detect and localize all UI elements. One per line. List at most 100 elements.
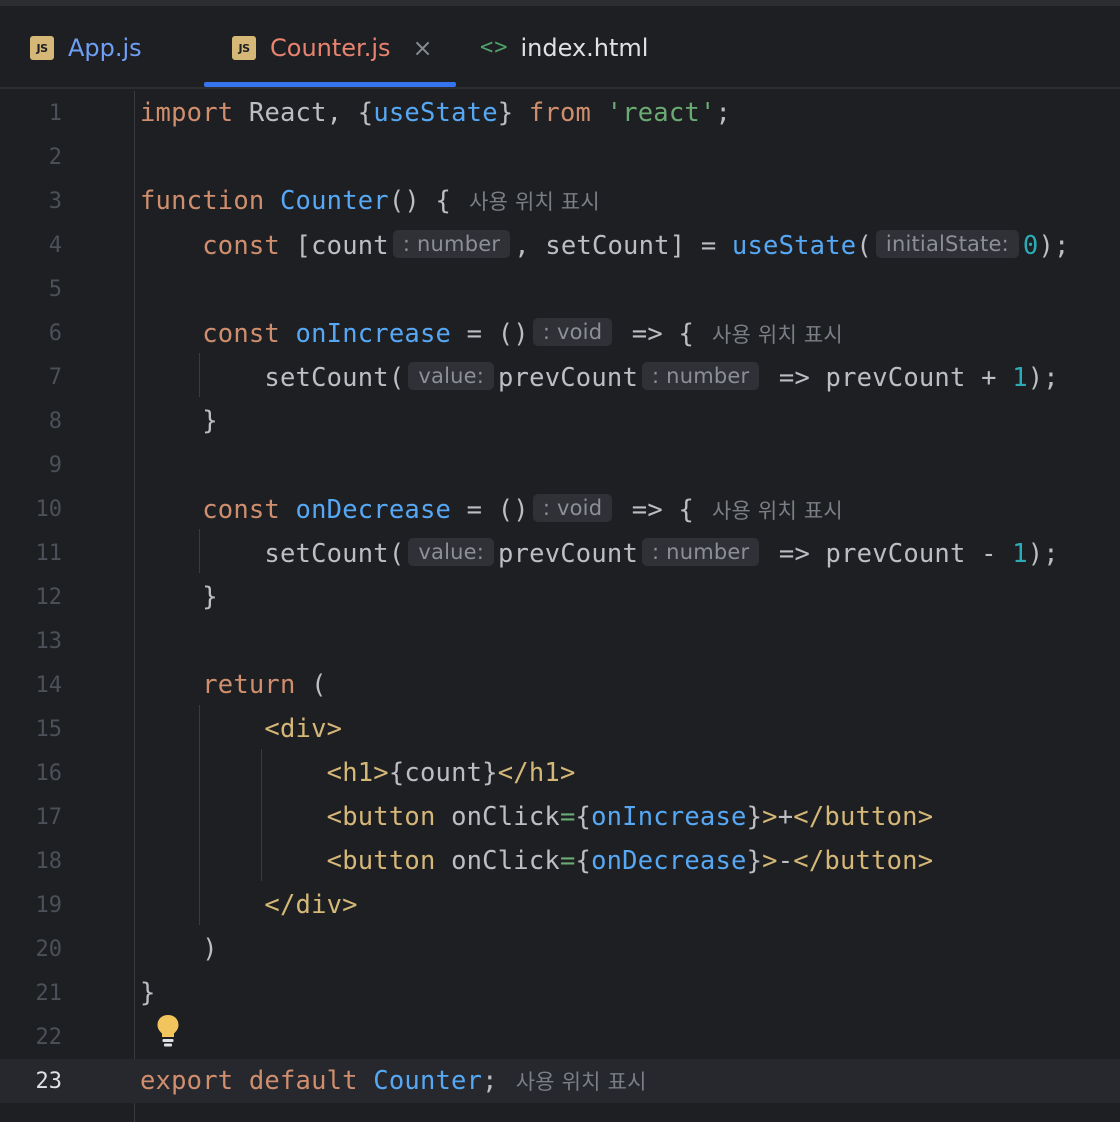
function-name: onIncrease	[295, 318, 452, 349]
line-number: 1	[48, 100, 62, 126]
code-text: <h1>{count}</h1>	[140, 758, 576, 788]
code-text: <div>	[140, 714, 342, 744]
keyword: return	[202, 670, 296, 700]
jsx-tag: </button>	[793, 802, 934, 832]
code-text: function Counter() {사용 위치 표시	[140, 186, 600, 216]
code-line-current[interactable]: 23 export default Counter; 사용 위치 표시	[0, 1059, 1120, 1103]
line-number: 14	[35, 672, 63, 698]
editor-tab-bar: JS App.js JS Counter.js × <> index.html	[0, 6, 1120, 89]
js-file-icon: JS	[30, 35, 54, 60]
jsx-tag: </button>	[793, 846, 934, 876]
line-number: 19	[35, 892, 63, 918]
punctuation: }	[497, 98, 529, 128]
code-line[interactable]: 10 const onDecrease = (): void => {사용 위치…	[0, 487, 1120, 531]
line-number: 5	[48, 276, 62, 302]
type-hint: : number	[392, 229, 511, 258]
tab-label: index.html	[520, 33, 649, 62]
usages-hint[interactable]: 사용 위치 표시	[712, 323, 843, 347]
parameter-hint: value:	[408, 361, 495, 390]
identifier: Counter	[373, 1066, 483, 1096]
code-text: return (	[140, 670, 327, 700]
punctuation: }	[202, 582, 218, 612]
jsx-attribute: onClick	[435, 846, 560, 876]
keyword: const	[202, 318, 280, 349]
punctuation: {	[575, 846, 592, 876]
punctuation: );	[1027, 538, 1059, 569]
punctuation: ;	[482, 1066, 498, 1096]
line-number: 13	[35, 628, 63, 654]
code-text: <button onClick={onIncrease}>+</button>	[140, 802, 933, 832]
code-line[interactable]: 19 </div>	[0, 883, 1120, 927]
line-number: 22	[35, 1024, 63, 1050]
code-text: const onIncrease = (): void => {사용 위치 표시	[140, 317, 843, 349]
line-number: 15	[35, 716, 63, 742]
punctuation: , {	[326, 98, 374, 128]
identifier: onDecrease	[591, 846, 747, 876]
tab-label: App.js	[68, 33, 142, 62]
tab-counter-js[interactable]: JS Counter.js ×	[232, 6, 433, 89]
code-line[interactable]: 18 <button onClick={onDecrease}>-</butto…	[0, 839, 1120, 883]
number-literal: 0	[1022, 230, 1039, 261]
code-line[interactable]: 7 setCount(value: prevCount: number => pr…	[0, 355, 1120, 399]
punctuation: )	[202, 934, 218, 964]
parameter-hint: value:	[408, 537, 495, 566]
code-line[interactable]: 21 }	[0, 971, 1120, 1015]
code-line[interactable]: 1 import React, {useState} from 'react';	[0, 91, 1120, 135]
tab-app-js[interactable]: JS App.js	[30, 6, 142, 89]
line-number: 8	[48, 408, 62, 434]
code-text: }	[140, 406, 218, 436]
punctuation: => {	[616, 494, 695, 525]
identifier: prevCount	[498, 362, 639, 393]
jsx-tag: <h1>	[326, 758, 389, 788]
punctuation: =	[559, 846, 576, 876]
code-line[interactable]: 12 }	[0, 575, 1120, 619]
code-line[interactable]: 20 )	[0, 927, 1120, 971]
punctuation: );	[1038, 230, 1070, 261]
usages-hint[interactable]: 사용 위치 표시	[516, 1070, 647, 1094]
expression: => prevCount +	[763, 362, 1013, 393]
lightbulb-icon[interactable]	[156, 1014, 180, 1048]
code-line[interactable]: 8 }	[0, 399, 1120, 443]
type-hint: : void	[532, 493, 613, 522]
jsx-text: +	[777, 802, 794, 832]
code-line[interactable]: 14 return (	[0, 663, 1120, 707]
tab-label: Counter.js	[270, 33, 391, 62]
string-literal: 'react'	[606, 98, 716, 128]
jsx-tag: <button	[326, 802, 436, 832]
usages-hint[interactable]: 사용 위치 표시	[712, 499, 843, 523]
punctuation: =	[559, 802, 576, 832]
tab-index-html[interactable]: <> index.html	[480, 6, 648, 89]
code-line[interactable]: 15 <div>	[0, 707, 1120, 751]
line-number: 23	[35, 1068, 63, 1094]
function-name: onDecrease	[295, 494, 452, 525]
punctuation: = ()	[451, 318, 529, 349]
jsx-tag: <div>	[264, 714, 343, 744]
code-line[interactable]: 13	[0, 619, 1120, 663]
punctuation: (	[295, 670, 327, 700]
line-number: 2	[48, 144, 62, 170]
code-line[interactable]: 4 const [count: number, setCount] = useS…	[0, 223, 1120, 267]
active-tab-indicator	[204, 82, 456, 87]
code-line[interactable]: 11 setCount(value: prevCount: number => p…	[0, 531, 1120, 575]
code-text: export default Counter; 사용 위치 표시	[140, 1066, 647, 1096]
code-line[interactable]: 17 <button onClick={onIncrease}>+</butto…	[0, 795, 1120, 839]
jsx-tag: </div>	[264, 890, 358, 920]
line-number: 18	[35, 848, 63, 874]
type-hint: : void	[532, 317, 613, 346]
code-text: const onDecrease = (): void => {사용 위치 표시	[140, 493, 843, 525]
html-file-icon: <>	[480, 35, 509, 60]
code-line[interactable]: 9	[0, 443, 1120, 487]
code-text: }	[140, 978, 156, 1008]
code-line[interactable]: 16 <h1>{count}</h1>	[0, 751, 1120, 795]
close-icon[interactable]: ×	[413, 34, 433, 62]
keyword: from	[528, 98, 592, 128]
function-call: setCount(	[264, 538, 405, 569]
code-line[interactable]: 5	[0, 267, 1120, 311]
punctuation: {	[575, 802, 592, 832]
code-line[interactable]: 3 function Counter() {사용 위치 표시	[0, 179, 1120, 223]
line-number: 21	[35, 980, 63, 1006]
function-call: useState	[731, 230, 857, 261]
code-line[interactable]: 2	[0, 135, 1120, 179]
usages-hint[interactable]: 사용 위치 표시	[469, 190, 600, 214]
code-line[interactable]: 6 const onIncrease = (): void => {사용 위치 …	[0, 311, 1120, 355]
